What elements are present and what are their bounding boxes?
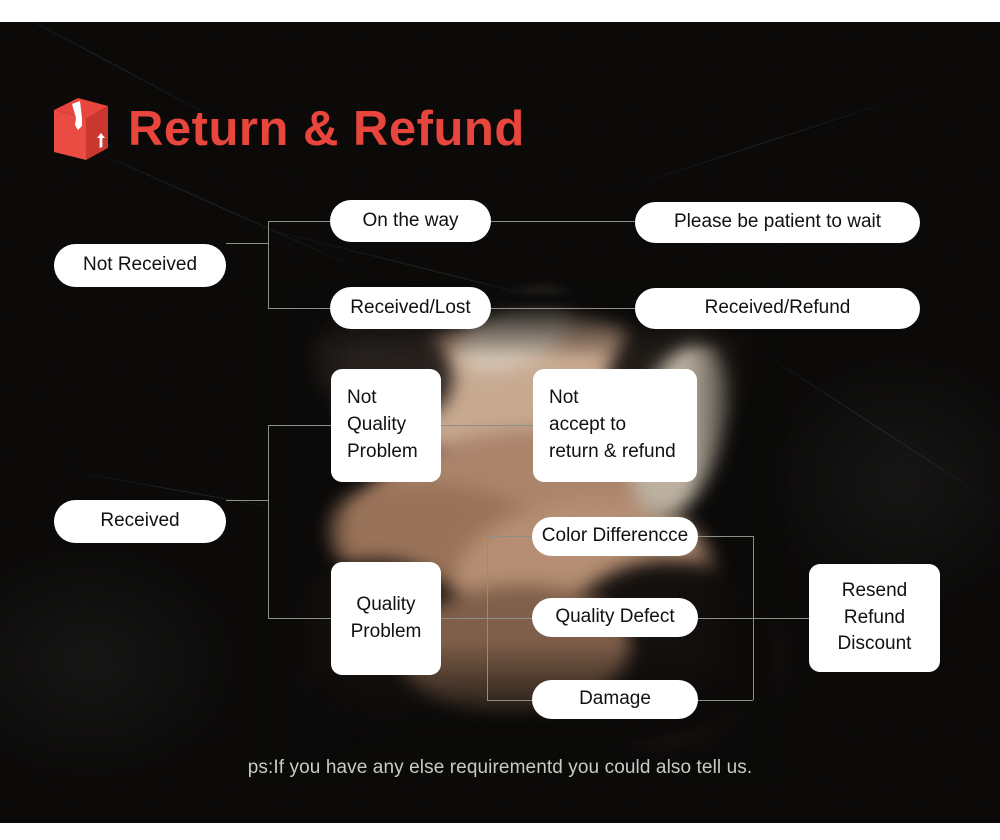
flow-node-quality-defect[interactable]: Quality Defect xyxy=(532,598,698,637)
flow-node-not-accept-to-return-refund[interactable]: Not accept to return & refund xyxy=(533,369,697,482)
connector-line xyxy=(268,221,269,308)
flow-node-not-quality-problem[interactable]: Not Quality Problem xyxy=(331,369,441,482)
connector-line xyxy=(753,536,754,700)
page-title: Return & Refund xyxy=(128,101,525,156)
flow-node-not-received[interactable]: Not Received xyxy=(54,244,226,287)
flow-node-damage[interactable]: Damage xyxy=(532,680,698,719)
connector-line xyxy=(697,536,753,537)
connector-line xyxy=(268,425,269,618)
flow-node-resend-refund-discount[interactable]: Resend Refund Discount xyxy=(809,564,940,672)
page-header: Return & Refund xyxy=(52,96,525,162)
connector-line xyxy=(487,536,488,700)
connector-line xyxy=(441,425,533,426)
connector-line xyxy=(487,618,533,619)
flow-node-received[interactable]: Received xyxy=(54,500,226,543)
connector-line xyxy=(487,700,533,701)
flow-node-please-be-patient-to-wait[interactable]: Please be patient to wait xyxy=(635,202,920,243)
flow-node-received-refund[interactable]: Received/Refund xyxy=(635,288,920,329)
connector-line xyxy=(697,618,809,619)
footer-note: ps:If you have any else requirementd you… xyxy=(247,757,753,778)
texture-vein xyxy=(727,329,1000,516)
connector-line xyxy=(487,536,533,537)
return-refund-infographic: Return & Refund Not Received Received On… xyxy=(0,0,1000,840)
flow-node-on-the-way[interactable]: On the way xyxy=(330,200,491,242)
package-box-icon xyxy=(52,96,110,162)
texture-vein xyxy=(607,91,923,194)
connector-line xyxy=(268,618,332,619)
dark-banner: Return & Refund Not Received Received On… xyxy=(0,22,1000,823)
connector-line xyxy=(268,221,330,222)
connector-line xyxy=(491,221,635,222)
texture-patch xyxy=(0,542,240,782)
connector-line xyxy=(268,308,330,309)
connector-line xyxy=(491,308,635,309)
flow-node-quality-problem[interactable]: Quality Problem xyxy=(331,562,441,675)
connector-line xyxy=(226,243,268,244)
flow-node-received-lost[interactable]: Received/Lost xyxy=(330,287,491,329)
flow-node-color-difference[interactable]: Color Differencce xyxy=(532,517,698,556)
connector-line xyxy=(268,425,332,426)
connector-line xyxy=(441,618,487,619)
connector-line xyxy=(697,700,753,701)
connector-line xyxy=(226,500,268,501)
